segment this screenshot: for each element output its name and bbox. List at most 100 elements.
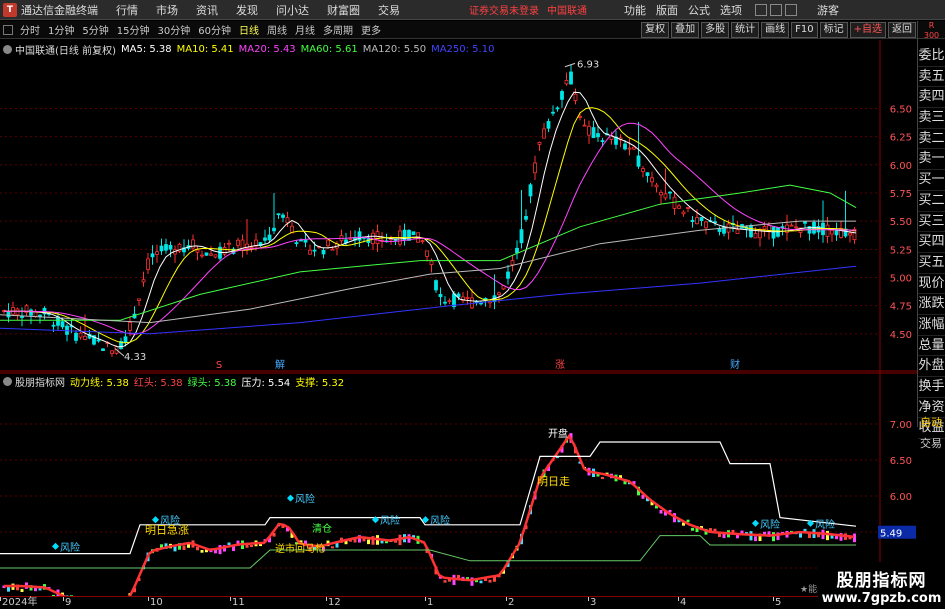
side-tab-14[interactable]: 总量	[918, 336, 945, 357]
ind-candle	[799, 532, 802, 538]
date-tick	[506, 597, 507, 601]
indicator-chart[interactable]: 7.006.506.005.505.00风险风险风险风险风险风险风险开盘明日走明…	[0, 372, 917, 596]
period-tab-10[interactable]: 更多	[357, 22, 385, 37]
tool-button-7[interactable]: +自选	[849, 22, 886, 38]
ind-axis-tick-2: 6.00	[890, 492, 912, 503]
main-price-chart[interactable]: 6.50 6.25 6.00 5.75 5.50 5.25 5.00 4.75 4.50 6.93…	[0, 40, 917, 372]
side-tab-8[interactable]: 买三	[918, 212, 945, 233]
candle-body	[78, 332, 83, 338]
ind-candle	[709, 528, 712, 531]
candle-body	[321, 249, 326, 255]
menu-item-1[interactable]: 市场	[147, 2, 187, 18]
tool-button-5[interactable]: F10	[791, 22, 818, 38]
candle-body	[623, 143, 627, 150]
indicator-side-tab-0[interactable]: 自动	[917, 412, 945, 433]
ind-time-label-0: 14:56	[916, 394, 917, 405]
candle-body	[83, 335, 87, 340]
date-axis: 2024年 9 10 11 12 1 2 3 4 5	[0, 596, 917, 609]
side-tab-10[interactable]: 买五	[918, 253, 945, 274]
side-tab-11[interactable]: 现价	[918, 274, 945, 295]
right-menu-item-3[interactable]: 选项	[715, 2, 747, 18]
side-tab-5[interactable]: 卖一	[918, 149, 945, 171]
period-tab-5[interactable]: 60分钟	[194, 22, 235, 37]
side-tab-6[interactable]: 买一	[918, 170, 945, 191]
side-tab-12[interactable]: 涨跌	[918, 294, 945, 315]
menu-item-0[interactable]: 行情	[107, 2, 147, 18]
side-tab-1[interactable]: 卖五	[918, 67, 945, 88]
restore-icon[interactable]	[770, 3, 782, 16]
bright-plan-label: 明日急涨	[145, 522, 189, 536]
side-tab-4[interactable]: 卖二	[918, 129, 945, 150]
side-tab-9[interactable]: 买四	[918, 232, 945, 253]
tool-button-1[interactable]: 叠加	[671, 22, 700, 38]
period-tab-0[interactable]: 分时	[16, 22, 44, 37]
period-tab-8[interactable]: 月线	[291, 22, 319, 37]
right-menu-item-2[interactable]: 公式	[683, 2, 715, 18]
right-menu-item-0[interactable]: 功能	[619, 2, 651, 18]
right-menu-item-1[interactable]: 版面	[651, 2, 683, 18]
login-warning[interactable]: 证券交易未登录	[469, 2, 539, 17]
reversal-label: 逆市回马枪	[275, 542, 325, 555]
legend-toggle-icon[interactable]	[3, 45, 12, 54]
date-label-8: 4	[680, 597, 687, 608]
side-tab-3[interactable]: 卖三	[918, 108, 945, 129]
candle-body	[825, 224, 830, 237]
risk-label-6: 风险	[815, 518, 835, 531]
tool-button-4[interactable]: 画线	[761, 22, 790, 38]
date-tick	[230, 597, 231, 601]
candle-body	[281, 214, 285, 218]
ma-legend-2: MA20: 5.43	[238, 44, 296, 55]
layout-icon[interactable]	[3, 24, 13, 35]
indicator-side-tab-1[interactable]: 交易	[917, 433, 945, 454]
watermark-url: www.7gpzb.com	[821, 591, 942, 606]
indicator-toggle-icon[interactable]	[3, 377, 12, 386]
ind-candle	[331, 546, 334, 549]
tool-button-3[interactable]: 统计	[731, 22, 760, 38]
period-tab-6[interactable]: 日线	[235, 22, 263, 37]
close-icon[interactable]	[785, 3, 797, 16]
menu-item-2[interactable]: 资讯	[187, 2, 227, 18]
menu-item-6[interactable]: 交易	[369, 2, 409, 18]
tool-button-2[interactable]: 多股	[701, 22, 730, 38]
menu-item-3[interactable]: 发现	[227, 2, 267, 18]
side-tab-7[interactable]: 买二	[918, 191, 945, 212]
side-tab-2[interactable]: 卖四	[918, 87, 945, 109]
period-tab-9[interactable]: 多周期	[319, 22, 357, 37]
minimize-icon[interactable]	[755, 3, 767, 16]
ind-candle	[38, 588, 42, 591]
guest-button[interactable]: 游客	[817, 2, 839, 18]
side-tab-0[interactable]: 委比	[918, 46, 945, 67]
candle-body	[771, 226, 776, 239]
tool-button-0[interactable]: 复权	[641, 22, 670, 38]
watermark: 股朋指标网 www.7gpzb.com	[818, 562, 945, 609]
ma-legend-5: MA250: 5.10	[431, 44, 495, 55]
candle-body	[447, 300, 452, 303]
period-tab-1[interactable]: 1分钟	[44, 22, 78, 37]
event-marker-2: 涨	[555, 359, 565, 371]
candle-body	[542, 128, 546, 139]
candle-body	[551, 111, 555, 114]
tool-button-8[interactable]: 返回	[888, 22, 916, 38]
period-tab-3[interactable]: 15分钟	[113, 22, 154, 37]
candle-body	[434, 280, 438, 291]
candle-body	[51, 324, 56, 327]
menu-item-4[interactable]: 问小达	[267, 2, 318, 18]
date-label-5: 1	[427, 597, 434, 608]
ind-candle	[200, 550, 204, 553]
ind-legend-4: 支撑: 5.32	[295, 378, 345, 389]
side-tab-13[interactable]: 涨幅	[918, 315, 945, 336]
menu-item-5[interactable]: 财富圈	[318, 2, 369, 18]
candle-body	[276, 213, 281, 216]
candle-body	[645, 172, 650, 176]
period-tab-2[interactable]: 5分钟	[78, 22, 112, 37]
candle-body	[326, 239, 330, 247]
period-tab-7[interactable]: 周线	[263, 22, 291, 37]
side-tab-15[interactable]: 外盘	[918, 356, 945, 377]
date-label-1: 9	[65, 597, 72, 608]
date-tick	[0, 597, 1, 601]
tool-button-6[interactable]: 标记	[819, 22, 848, 38]
candle-body	[749, 225, 753, 238]
period-tab-4[interactable]: 30分钟	[153, 22, 194, 37]
side-tab-16[interactable]: 换手	[918, 377, 945, 398]
candle-body	[420, 240, 425, 243]
